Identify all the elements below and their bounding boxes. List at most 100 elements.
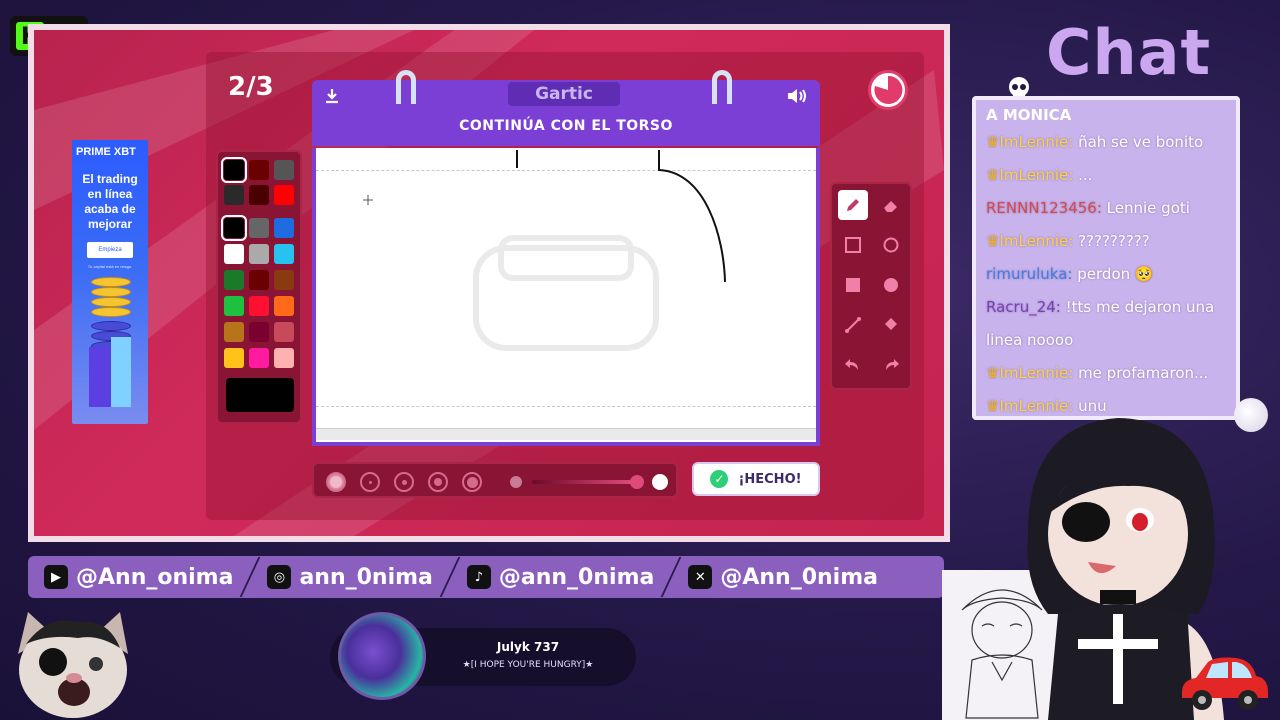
color-swatch[interactable] xyxy=(274,296,294,316)
color-swatch[interactable] xyxy=(224,185,244,205)
color-swatch[interactable] xyxy=(249,160,269,180)
ad-headline: El trading en línea acaba de mejorar xyxy=(82,172,138,231)
social-handle: ◎ ann_0nima xyxy=(267,564,433,590)
chat-text: !tts me dejaron una xyxy=(1065,298,1215,316)
chat-username: ImLennie: xyxy=(999,133,1074,151)
chat-message: ♛ImLennie: me profamaron... xyxy=(986,357,1226,390)
cat-webcam-overlay xyxy=(8,604,138,720)
x-icon: ✕ xyxy=(688,565,713,589)
line-icon[interactable] xyxy=(838,310,868,340)
bucket-icon[interactable] xyxy=(876,310,906,340)
ad-banner[interactable]: PRIME XBT El trading en línea acaba de m… xyxy=(72,140,148,424)
chat-messages: ♛ImLennie: ñah se ve bonito ♛ImLennie: ..… xyxy=(986,126,1226,423)
color-swatch[interactable] xyxy=(249,185,269,205)
socials-bar: ▶ @Ann_onima ◎ ann_0nima ♪ @ann_0nima ✕ @Ann_0n… xyxy=(28,556,944,598)
chat-username: ImLennie: xyxy=(999,232,1074,250)
color-swatch[interactable] xyxy=(274,244,294,264)
chat-username: ImLennie: xyxy=(999,166,1074,184)
chat-text: perdon 🥺 xyxy=(1077,265,1154,283)
redo-icon[interactable] xyxy=(876,350,906,380)
color-swatch[interactable] xyxy=(224,244,244,264)
chat-username: RENNN123456: xyxy=(986,199,1102,217)
opacity-max-icon xyxy=(652,474,668,490)
ad-disclaimer: Tu capital está en riesgo. xyxy=(87,264,133,269)
youtube-icon: ▶ xyxy=(44,565,68,589)
chat-text: me profamaron... xyxy=(1078,364,1209,382)
chat-message: linea noooo xyxy=(986,324,1226,357)
color-swatch[interactable] xyxy=(221,215,247,241)
chat-username: ImLennie: xyxy=(999,364,1074,382)
color-swatch[interactable] xyxy=(274,322,294,342)
color-swatch[interactable] xyxy=(249,322,269,342)
chat-header-text: A MONICA xyxy=(986,106,1072,124)
chat-message: ♛ImLennie: ... xyxy=(986,159,1226,192)
drawing-prompt: CONTINÚA CON EL TORSO xyxy=(459,118,673,134)
color-swatch[interactable] xyxy=(249,270,269,290)
social-handle-text: @ann_0nima xyxy=(498,564,655,590)
gartic-logo: Gartic xyxy=(508,82,620,106)
brush-size-4[interactable] xyxy=(428,472,448,492)
circle-filled-icon[interactable] xyxy=(876,270,906,300)
instagram-icon: ◎ xyxy=(267,565,292,589)
volume-icon[interactable] xyxy=(784,84,810,108)
color-swatch[interactable] xyxy=(274,218,294,238)
car-sticker-icon xyxy=(1176,652,1272,712)
circle-outline-icon[interactable] xyxy=(876,230,906,260)
opacity-slider[interactable] xyxy=(532,480,632,484)
brush-size-1[interactable] xyxy=(326,472,346,492)
opacity-slider-handle[interactable] xyxy=(630,475,644,489)
brush-size-bar xyxy=(312,462,678,498)
color-swatch[interactable] xyxy=(224,348,244,368)
color-swatch[interactable] xyxy=(249,244,269,264)
check-icon: ✓ xyxy=(710,470,729,488)
color-swatch[interactable] xyxy=(274,185,294,205)
done-button[interactable]: ✓ ¡HECHO! xyxy=(692,462,820,496)
chat-message: rimuruluka: perdon 🥺 xyxy=(986,258,1226,291)
ad-brand: PRIME XBT xyxy=(76,146,136,158)
chat-box: A MONICA ♛ImLennie: ñah se ve bonito ♛ImL… xyxy=(972,96,1240,420)
chat-text: ñah se ve bonito xyxy=(1078,133,1204,151)
crown-icon: ♛ xyxy=(986,397,1000,415)
socials-separator xyxy=(439,557,461,597)
tool-panel xyxy=(830,182,912,390)
color-swatch[interactable] xyxy=(274,270,294,290)
player-subtitle: ★[I HOPE YOU'RE HUNGRY]★ xyxy=(462,660,594,670)
chat-text: ????????? xyxy=(1078,232,1150,250)
chat-message: ♛ImLennie: ????????? xyxy=(986,225,1226,258)
square-filled-icon[interactable] xyxy=(838,270,868,300)
chat-message: ♛ImLennie: ñah se ve bonito xyxy=(986,126,1226,159)
color-swatch[interactable] xyxy=(274,160,294,180)
color-swatch[interactable] xyxy=(249,296,269,316)
chat-text: unu xyxy=(1078,397,1107,415)
social-handle-text: ann_0nima xyxy=(299,564,433,590)
color-swatch[interactable] xyxy=(224,296,244,316)
color-swatch[interactable] xyxy=(224,270,244,290)
round-counter: 2/3 xyxy=(228,72,274,102)
social-handle: ♪ @ann_0nima xyxy=(466,564,655,590)
color-swatch[interactable] xyxy=(224,322,244,342)
social-handle: ▶ @Ann_onima xyxy=(44,565,233,590)
canvas-bottom-edge xyxy=(316,428,816,440)
crown-icon: ♛ xyxy=(986,364,1000,382)
undo-icon[interactable] xyxy=(838,350,868,380)
pencil-icon[interactable] xyxy=(838,190,868,220)
drawing-canvas[interactable] xyxy=(312,148,820,446)
crosshair-cursor xyxy=(363,195,373,205)
brush-size-2[interactable] xyxy=(360,472,380,492)
social-handle: ✕ @Ann_0nima xyxy=(688,565,878,590)
color-swatch[interactable] xyxy=(249,348,269,368)
download-icon[interactable] xyxy=(320,84,344,108)
brush-size-5[interactable] xyxy=(462,472,482,492)
color-swatch[interactable] xyxy=(221,157,247,183)
eraser-icon[interactable] xyxy=(876,190,906,220)
brush-size-3[interactable] xyxy=(394,472,414,492)
crown-icon: ♛ xyxy=(986,166,1000,184)
ad-cta-button[interactable]: Empieza xyxy=(87,242,133,258)
chat-text: ... xyxy=(1078,166,1093,184)
player-name: Julyk 737 xyxy=(496,640,560,654)
color-swatch[interactable] xyxy=(274,348,294,368)
player-avatar xyxy=(338,612,426,700)
square-outline-icon[interactable] xyxy=(838,230,868,260)
social-handle-text: @Ann_onima xyxy=(76,564,234,590)
color-swatch[interactable] xyxy=(249,218,269,238)
